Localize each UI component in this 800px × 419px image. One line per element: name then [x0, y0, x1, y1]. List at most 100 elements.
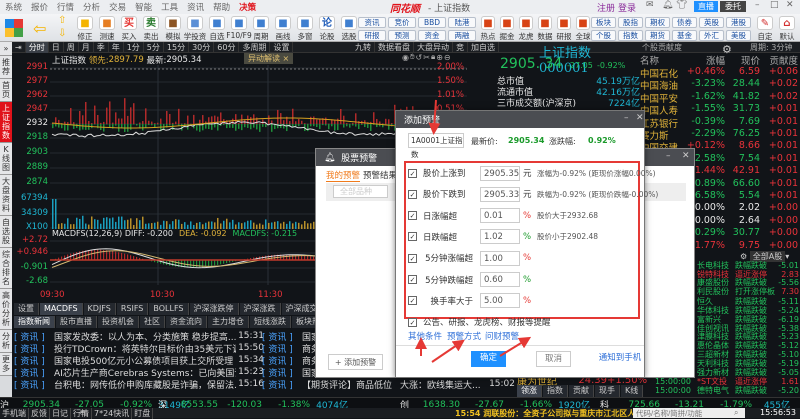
menu-item[interactable]: 工具 — [161, 1, 178, 13]
menu-item[interactable]: 决策 — [239, 1, 256, 13]
cancel-button[interactable]: 取消 — [536, 351, 571, 367]
alert-row[interactable]: 15:00:00*ST文投逼近涨停1.61 — [655, 377, 800, 386]
toolbar-small-button[interactable]: 板块 — [591, 17, 616, 28]
add-alert-button[interactable]: + 添加预警 — [328, 354, 383, 370]
toolbar-small-button[interactable]: 两融 — [448, 30, 476, 41]
side-tab[interactable]: 综合排名 — [0, 248, 12, 289]
period-tab[interactable]: 日 — [49, 42, 64, 53]
toolbar-button[interactable]: ■掘金 — [497, 16, 517, 42]
bell-icon[interactable]: 🔔︎ — [662, 0, 673, 10]
bottom-tab[interactable]: 沪深涨跌停 — [190, 303, 239, 315]
period-tab[interactable]: 季 — [94, 42, 109, 53]
down-arrow-icon[interactable]: ⇩ — [58, 28, 66, 39]
add-alert-titlebar[interactable]: 添加预警 — [396, 111, 644, 128]
period-tab[interactable]: 多周期 — [239, 42, 270, 53]
notify-phone-link[interactable]: 通知到手机 — [598, 351, 642, 367]
condition-value-input[interactable]: 2905.35 — [480, 166, 520, 181]
bottom-tab[interactable]: BOLLFS — [149, 303, 188, 315]
period-tab[interactable]: 30分 — [189, 42, 214, 53]
register-link[interactable]: 注册 — [597, 1, 615, 14]
menu-item[interactable]: 系统 — [5, 1, 22, 13]
bottom-bar-item[interactable]: 手机端 — [0, 408, 29, 419]
period-tab[interactable]: 月 — [79, 42, 94, 53]
side-tab[interactable]: 上证指数 — [0, 102, 12, 143]
condition-value-input[interactable]: 2905.33 — [480, 187, 520, 202]
bottom-tab[interactable]: 资金流向 — [166, 316, 207, 328]
search-input[interactable] — [633, 408, 745, 418]
contrib-row[interactable]: 中国石化+0.46%6.59+0.06 — [640, 66, 800, 78]
toolbar-small-button[interactable]: 基金 — [672, 30, 697, 41]
condition-value-input[interactable]: 0.60 — [480, 272, 520, 287]
side-tab[interactable]: 自选股 — [0, 216, 12, 248]
side-tab[interactable]: 大盘资料 — [0, 175, 12, 216]
minimize-button[interactable]: – — [666, 151, 671, 161]
app-menu-icon[interactable] — [5, 19, 23, 37]
toolbar-small-button[interactable]: 陆港 — [448, 17, 476, 28]
contrib-row[interactable]: 江苏银行-0.39%7.69+0.01 — [640, 116, 800, 128]
chart-option[interactable]: 竞 — [453, 42, 468, 53]
col-name[interactable]: 名称 — [640, 53, 685, 65]
toolbar-small-button[interactable]: 英股 — [699, 17, 724, 28]
toolbar-small-button[interactable]: 预测 — [388, 30, 416, 41]
period-tab[interactable]: 1分 — [124, 42, 144, 53]
side-tab[interactable]: 更多 — [0, 353, 12, 376]
mail-icon[interactable]: ✉ — [646, 0, 654, 10]
condition-value-input[interactable]: 0.01 — [480, 208, 520, 223]
news-ticker[interactable]: 15:54 润联股份：全资子公司拟与重庆市江北区人民政 — [455, 408, 635, 419]
period-tab[interactable]: 设置 — [270, 42, 293, 53]
side-tab[interactable]: 首页 — [0, 79, 12, 102]
leader-tab[interactable]: K线 — [621, 385, 643, 397]
bottom-tab[interactable]: 短线涨跌 — [250, 316, 291, 328]
chevron-down-icon[interactable]: ▾ — [785, 252, 789, 261]
news-item[interactable]: [ 资讯 ]台积电：网传低价申购库藏股是诈骗，保留法...15:16 — [14, 378, 264, 390]
condition-value-input[interactable]: 1.00 — [480, 251, 520, 266]
bottom-bar-item[interactable]: 盯盘 — [132, 408, 153, 419]
period-tab[interactable]: 周 — [64, 42, 79, 53]
col-pct[interactable]: 涨幅 — [685, 53, 725, 65]
menu-item[interactable]: 智能 — [135, 1, 152, 13]
leader-tab[interactable]: 指数 — [543, 385, 568, 397]
maximize-button[interactable]: □ — [770, 0, 779, 10]
news-item[interactable]: [ 资讯 ]国家发改委：以人为本、分类施策 稳步提高...15:31 — [14, 330, 264, 342]
period-dropdown[interactable]: 周期: 3分钟 — [750, 42, 792, 53]
period-tab[interactable]: 15分 — [164, 42, 189, 53]
contrib-row[interactable]: 中国人寿-1.55%31.73+0.01 — [640, 103, 800, 115]
tab-alert-results[interactable]: 预警结果 — [363, 169, 397, 181]
tab-my-alerts[interactable]: 我的预警 — [326, 169, 360, 182]
bottom-tab[interactable]: 指数新闻 — [14, 316, 55, 328]
shirt-icon[interactable]: 👕︎ — [676, 0, 687, 10]
news-item[interactable]: [ 资讯 ]投行TDCrown：将英特尔目标价由35美元下调...15:50 — [14, 342, 264, 354]
condition-checkbox[interactable]: ✓ — [408, 190, 417, 199]
toolbar-small-button[interactable]: 个股 — [591, 30, 616, 41]
back-arrow-icon[interactable]: ⇦ — [33, 19, 46, 38]
alert-method-link[interactable]: 预警方式 — [447, 330, 481, 342]
wencai-alert-link[interactable]: 问财预警 — [485, 330, 519, 342]
toolbar-small-button[interactable]: 美股 — [726, 30, 751, 41]
condition-checkbox[interactable]: ✓ — [408, 318, 417, 327]
period-tab[interactable]: 年 — [109, 42, 124, 53]
period-tab[interactable]: 5分 — [144, 42, 164, 53]
toolbar-small-button[interactable]: 股指 — [618, 17, 643, 28]
toolbar-small-button[interactable]: 资讯 — [358, 17, 386, 28]
news-item[interactable]: [ 资讯 ]【期货评论】商品低位反弹 — [262, 378, 392, 390]
bottom-tab[interactable]: 投资机会 — [98, 316, 139, 328]
bottom-tab[interactable]: 股市直播 — [56, 316, 97, 328]
side-tab[interactable]: K线图 — [0, 143, 12, 175]
col-contrib[interactable]: 贡献度 — [760, 53, 798, 65]
toolbar-small-button[interactable]: 期权 — [645, 17, 670, 28]
expand-icon[interactable]: » — [0, 42, 12, 56]
condition-checkbox[interactable]: ✓ — [408, 254, 417, 263]
toolbar-small-button[interactable]: 港股 — [726, 17, 751, 28]
up-arrow-icon[interactable]: ⇧ — [58, 15, 66, 26]
contrib-row[interactable]: 中国海油-3.23%28.44+0.02 — [640, 78, 800, 90]
bottom-bar-item[interactable]: 7*24快讯 — [92, 408, 132, 419]
toolbar-button[interactable]: ✎自定 — [754, 16, 776, 42]
toolbar-button[interactable]: ■全球 — [573, 16, 593, 42]
leader-tab[interactable]: 领涨 — [517, 385, 542, 397]
news-item[interactable]: 大涨：欧线集运大...15:02 — [400, 378, 515, 390]
other-conditions-link[interactable]: 其他条件 — [408, 330, 442, 342]
condition-value-input[interactable]: 5.00 — [480, 293, 520, 308]
toolbar-button[interactable]: ■龙虎 — [516, 16, 536, 42]
live-button[interactable]: 直播 — [694, 1, 718, 12]
bottom-tab[interactable]: 设置 — [14, 303, 39, 315]
